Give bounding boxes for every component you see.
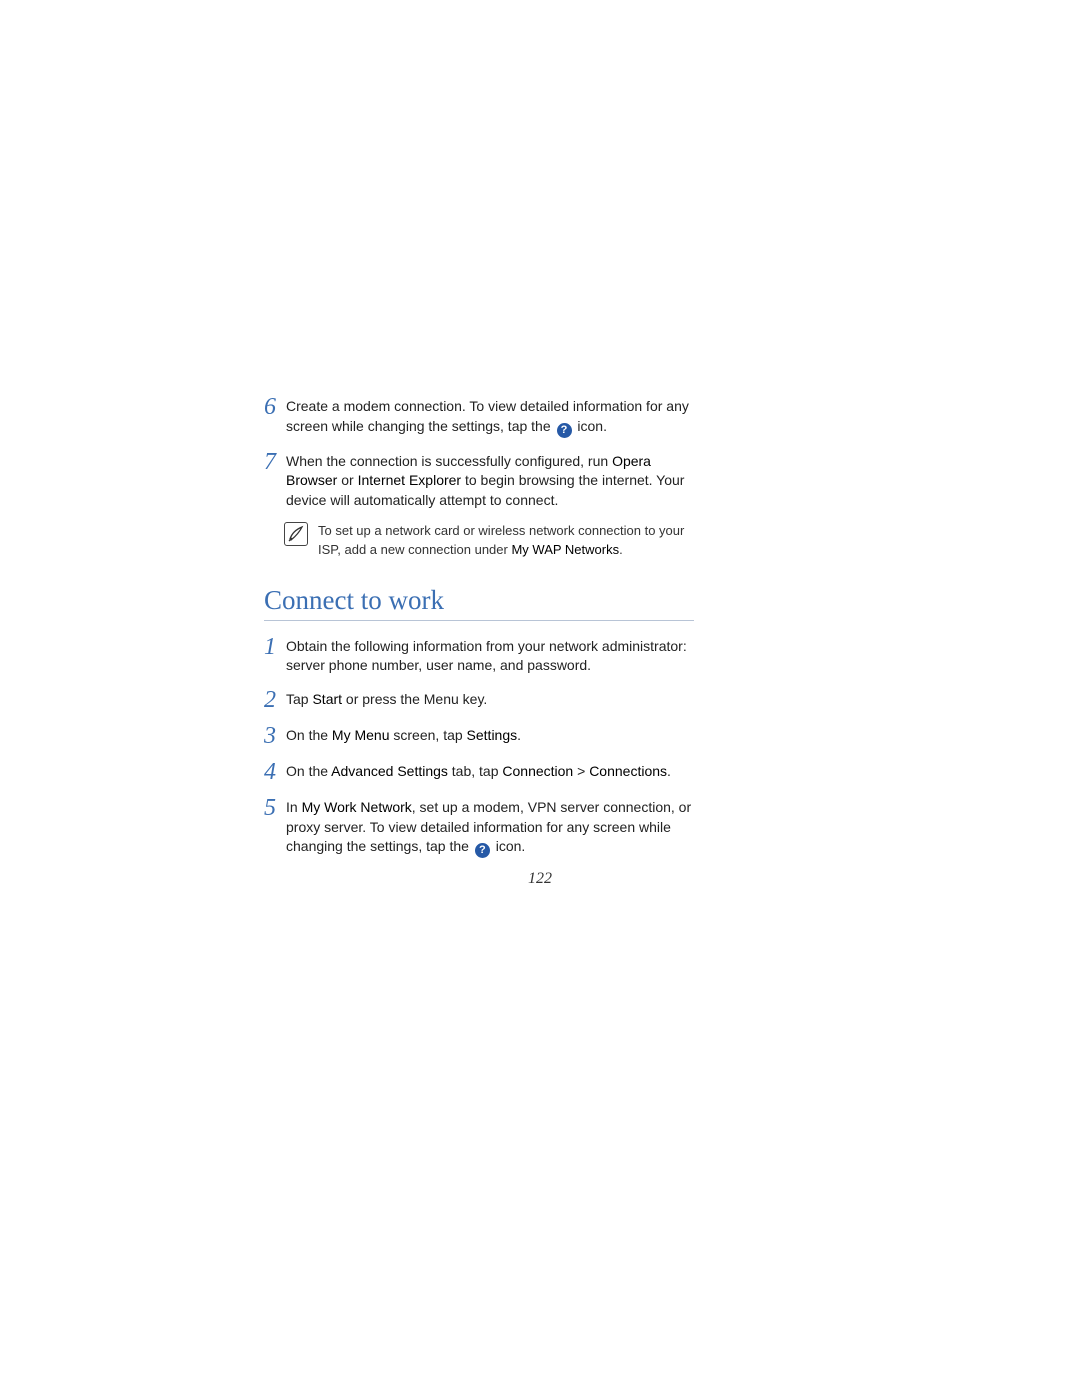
step-row: 7When the connection is successfully con… <box>264 450 694 511</box>
step-number: 3 <box>264 724 286 748</box>
manual-page: 6Create a modem connection. To view deta… <box>0 0 1080 1397</box>
ui-term: Internet Explorer <box>358 472 462 488</box>
work-steps: 1Obtain the following information from y… <box>264 635 694 858</box>
ui-term: My Work Network <box>302 799 412 815</box>
top-steps: 6Create a modem connection. To view deta… <box>264 395 694 510</box>
ui-term: My WAP Networks <box>511 542 619 557</box>
help-icon: ? <box>475 843 490 858</box>
note-icon <box>284 522 308 546</box>
step-row: 6Create a modem connection. To view deta… <box>264 395 694 438</box>
step-row: 4On the Advanced Settings tab, tap Conne… <box>264 760 694 784</box>
ui-term: My Menu <box>332 727 390 743</box>
step-row: 5In My Work Network, set up a modem, VPN… <box>264 796 694 858</box>
page-content: 6Create a modem connection. To view deta… <box>264 395 694 870</box>
step-body: Create a modem connection. To view detai… <box>286 395 694 438</box>
step-number: 2 <box>264 688 286 712</box>
step-number: 4 <box>264 760 286 784</box>
ui-term: Opera Browser <box>286 453 651 489</box>
page-number: 122 <box>0 870 1080 888</box>
note-block: To set up a network card or wireless net… <box>284 522 694 558</box>
ui-term: Settings <box>467 727 518 743</box>
ui-term: Connections <box>589 763 667 779</box>
help-icon: ? <box>557 423 572 438</box>
ui-term: Advanced Settings <box>331 763 448 779</box>
step-body: Tap Start or press the Menu key. <box>286 688 487 710</box>
step-body: On the My Menu screen, tap Settings. <box>286 724 521 746</box>
heading-rule <box>264 620 694 621</box>
step-body: Obtain the following information from yo… <box>286 635 694 676</box>
step-body: On the Advanced Settings tab, tap Connec… <box>286 760 671 782</box>
note-text: To set up a network card or wireless net… <box>318 522 694 558</box>
step-body: In My Work Network, set up a modem, VPN … <box>286 796 694 858</box>
section-heading: Connect to work <box>264 585 694 616</box>
step-number: 1 <box>264 635 286 659</box>
step-number: 7 <box>264 450 286 474</box>
step-number: 6 <box>264 395 286 419</box>
ui-term: Connection <box>502 763 573 779</box>
step-row: 3On the My Menu screen, tap Settings. <box>264 724 694 748</box>
step-number: 5 <box>264 796 286 820</box>
step-row: 2Tap Start or press the Menu key. <box>264 688 694 712</box>
step-row: 1Obtain the following information from y… <box>264 635 694 676</box>
ui-term: Start <box>312 691 342 707</box>
step-body: When the connection is successfully conf… <box>286 450 694 511</box>
